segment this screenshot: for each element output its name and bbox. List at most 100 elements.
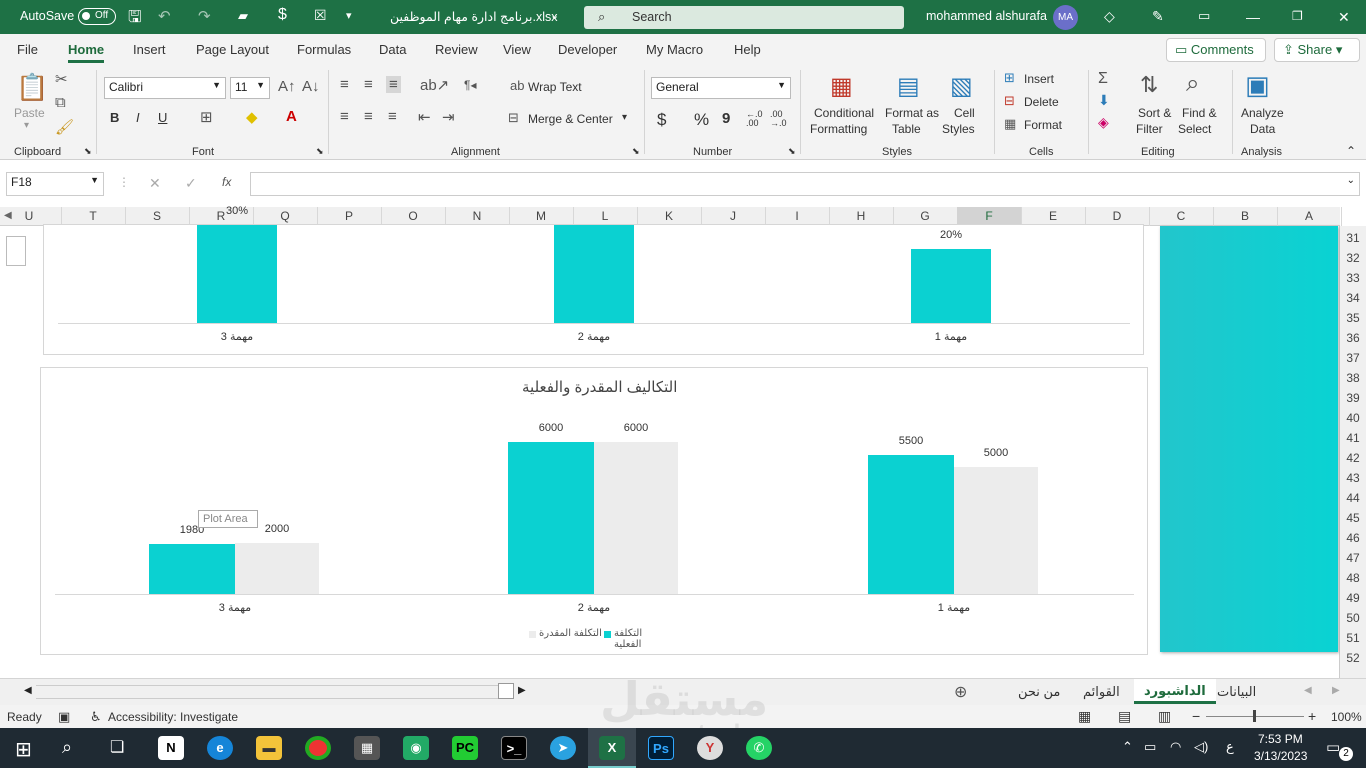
network-icon[interactable]: ◉: [403, 736, 429, 760]
align-right-icon[interactable]: ≡: [388, 108, 397, 125]
menu-help[interactable]: Help: [734, 42, 761, 57]
increase-indent-icon[interactable]: ⇥: [442, 108, 455, 126]
menu-home[interactable]: Home: [68, 42, 105, 63]
zoom-level[interactable]: 100%: [1331, 710, 1362, 724]
font-size-box[interactable]: 11 ▼: [230, 77, 270, 99]
close-icon[interactable]: ✕: [1338, 9, 1350, 26]
add-sheet-icon[interactable]: ⊕: [954, 682, 967, 702]
scroll-box[interactable]: [6, 236, 26, 266]
clock-time[interactable]: 7:53 PM: [1258, 732, 1303, 746]
menu-my-macro[interactable]: My Macro: [646, 42, 703, 57]
wifi-icon[interactable]: ◠: [1170, 739, 1181, 755]
worksheet-grid[interactable]: 20% مهمة 1 مهمة 2 30% مهمة 3 التكاليف المقدر…: [6, 205, 1340, 678]
comments-button[interactable]: ▭ Comments: [1166, 38, 1266, 62]
align-center-icon[interactable]: ≡: [364, 108, 373, 125]
shrink-font-icon[interactable]: A↓: [302, 78, 320, 95]
cut-icon[interactable]: ✂: [55, 70, 68, 88]
menu-page-layout[interactable]: Page Layout: [196, 42, 269, 57]
format-as-table-icon[interactable]: ▤: [897, 72, 920, 101]
calculator-icon[interactable]: ▦: [354, 736, 380, 760]
font-color-icon[interactable]: A: [286, 108, 297, 125]
analyze-data-label-2[interactable]: Data: [1250, 122, 1275, 136]
insert-cells-button[interactable]: Insert: [1024, 72, 1054, 86]
file-name[interactable]: برنامج ادارة مهام الموظفين.xlsx: [390, 9, 557, 24]
find-select-label-2[interactable]: Select: [1178, 122, 1211, 136]
clipboard-launcher-icon[interactable]: ⬊: [84, 146, 92, 157]
hscroll-right-icon[interactable]: ▶: [518, 685, 526, 696]
photoshop-icon[interactable]: Ps: [648, 736, 674, 760]
zoom-slider-thumb[interactable]: [1253, 710, 1256, 722]
undo-icon[interactable]: ↶: [158, 7, 171, 25]
cancel-icon[interactable]: ✕: [149, 175, 161, 192]
analyze-data-label-1[interactable]: Analyze: [1241, 106, 1284, 120]
menu-data[interactable]: Data: [379, 42, 406, 57]
underline-button[interactable]: U: [158, 110, 167, 125]
wrap-text-button[interactable]: Wrap Text: [528, 80, 582, 94]
macro-recording-icon[interactable]: ▣: [58, 709, 70, 725]
notion-icon[interactable]: N: [158, 736, 184, 760]
italic-button[interactable]: I: [136, 110, 140, 125]
orientation-icon[interactable]: ab↗: [420, 76, 449, 94]
excel-taskbar-active[interactable]: X: [588, 728, 636, 768]
increase-decimal-button[interactable]: ←.0 .00: [746, 110, 766, 128]
telegram-icon[interactable]: ➤: [550, 736, 576, 760]
find-select-label-1[interactable]: Find &: [1182, 106, 1217, 120]
sort-filter-label-1[interactable]: Sort &: [1138, 106, 1171, 120]
conditional-formatting-icon[interactable]: ▦: [830, 72, 853, 101]
pycharm-icon[interactable]: PC: [452, 736, 478, 760]
share-button[interactable]: ⇪ Share ▾: [1274, 38, 1360, 62]
collapse-ribbon-icon[interactable]: ⌃: [1346, 144, 1356, 158]
select-all-icon[interactable]: ◀: [4, 210, 12, 221]
tab-dashboard[interactable]: الداشبورد: [1134, 679, 1216, 704]
align-middle-icon[interactable]: ≡: [364, 76, 373, 93]
redo-icon[interactable]: ↷: [198, 7, 211, 25]
wrap-text-icon[interactable]: ab: [510, 78, 524, 93]
conditional-formatting-label-1[interactable]: Conditional: [814, 106, 874, 120]
filename-chevron-icon[interactable]: ⌄: [550, 9, 559, 22]
menu-insert[interactable]: Insert: [133, 42, 166, 57]
align-bottom-icon[interactable]: ≡: [386, 76, 401, 93]
alignment-launcher-icon[interactable]: ⬊: [632, 146, 640, 157]
align-left-icon[interactable]: ≡: [340, 108, 349, 125]
delete-cells-icon[interactable]: ⊟: [1004, 93, 1015, 109]
menu-review[interactable]: Review: [435, 42, 478, 57]
format-painter-icon[interactable]: 🖌: [55, 118, 74, 136]
accessibility-icon[interactable]: ♿: [90, 709, 102, 725]
cell-styles-label-2[interactable]: Styles: [942, 122, 975, 136]
number-format-box[interactable]: General ▼: [651, 77, 791, 99]
pen-icon[interactable]: ✎: [1152, 8, 1164, 25]
tab-data[interactable]: البيانات: [1217, 684, 1256, 700]
menu-formulas[interactable]: Formulas: [297, 42, 351, 57]
hscroll-left-icon[interactable]: ◀: [24, 685, 32, 696]
tab-scroll-left-icon[interactable]: ◀: [1304, 685, 1312, 696]
terminal-icon[interactable]: >_: [501, 736, 527, 760]
rtl-icon[interactable]: ¶◂: [464, 78, 476, 92]
format-as-table-label-1[interactable]: Format as: [885, 106, 939, 120]
search-box[interactable]: ⌕ Search: [584, 6, 904, 29]
language-indicator[interactable]: ع: [1226, 739, 1234, 755]
autosum-icon[interactable]: Σ: [1098, 70, 1108, 88]
format-as-table-label-2[interactable]: Table: [892, 122, 921, 136]
merge-center-icon[interactable]: ⊟: [508, 110, 519, 126]
autosave-toggle[interactable]: Off: [78, 8, 116, 25]
chrome-icon[interactable]: [305, 736, 331, 760]
avatar[interactable]: MA: [1053, 5, 1078, 30]
decrease-indent-icon[interactable]: ⇤: [418, 108, 431, 126]
customize-qat-icon[interactable]: ▾: [346, 9, 352, 22]
currency-button[interactable]: $: [657, 110, 666, 130]
tab-lists[interactable]: القوائم: [1083, 684, 1120, 700]
edge-icon[interactable]: e: [207, 736, 233, 760]
diamond-icon[interactable]: ◇: [1104, 8, 1115, 25]
analyze-data-icon[interactable]: ▣: [1245, 70, 1270, 101]
insert-cells-icon[interactable]: ⊞: [1004, 70, 1015, 86]
page-break-view-icon[interactable]: ▥: [1158, 708, 1171, 725]
fill-color-icon[interactable]: ◆: [246, 108, 258, 126]
borders-icon[interactable]: ⊞: [200, 108, 213, 126]
clear-icon[interactable]: ◈: [1098, 114, 1109, 131]
conditional-formatting-label-2[interactable]: Formatting: [810, 122, 867, 136]
restore-icon[interactable]: ❐: [1292, 9, 1303, 23]
delete-cells-button[interactable]: Delete: [1024, 95, 1059, 109]
taskbar-search-icon[interactable]: ⌕: [62, 737, 72, 758]
menu-view[interactable]: View: [503, 42, 531, 57]
save-icon[interactable]: 🖫: [128, 6, 142, 33]
